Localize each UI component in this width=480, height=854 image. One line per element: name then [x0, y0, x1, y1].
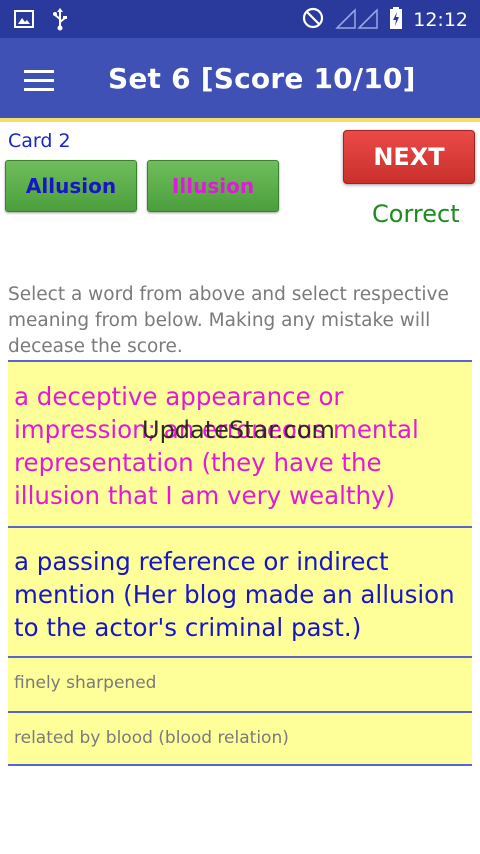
word-button-allusion[interactable]: Allusion — [5, 160, 137, 212]
app-toolbar: Set 6 [Score 10/10] — [0, 38, 480, 122]
status-bar: 12:12 — [0, 0, 480, 38]
next-button[interactable]: NEXT — [343, 130, 475, 184]
meaning-item[interactable]: a passing reference or indirect mention … — [8, 526, 472, 656]
result-status: Correct — [372, 200, 460, 228]
meaning-item[interactable]: finely sharpened — [8, 656, 472, 711]
battery-icon — [389, 6, 403, 34]
hamburger-menu-icon[interactable] — [24, 66, 60, 94]
meaning-item[interactable]: a deceptive appearance or impression; an… — [8, 360, 472, 526]
word-button-illusion[interactable]: Illusion — [147, 160, 279, 212]
usb-icon — [52, 7, 68, 35]
instructions-text: Select a word from above and select resp… — [8, 284, 449, 357]
signal-icon — [335, 6, 379, 34]
status-time: 12:12 — [413, 9, 468, 31]
image-icon — [14, 9, 34, 33]
meanings-list: a deceptive appearance or impression; an… — [8, 360, 472, 766]
page-title: Set 6 [Score 10/10] — [108, 62, 416, 95]
do-not-disturb-icon — [301, 6, 325, 34]
card-label: Card 2 — [8, 130, 71, 152]
meaning-item[interactable]: related by blood (blood relation) — [8, 711, 472, 766]
